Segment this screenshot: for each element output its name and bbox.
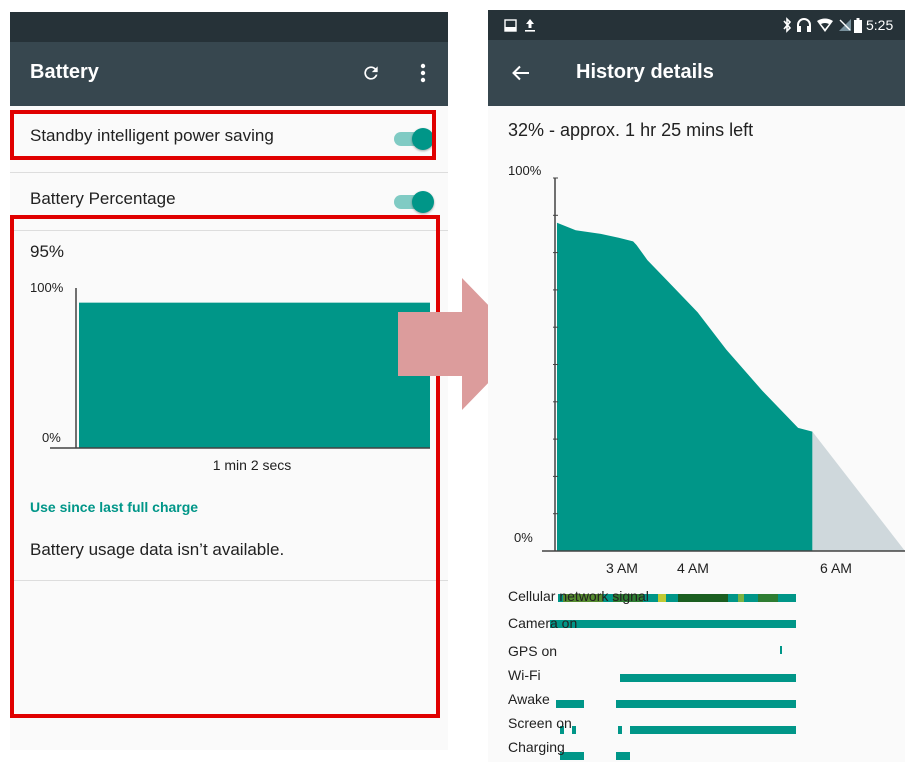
page-title: History details bbox=[576, 61, 714, 83]
timeline-bar bbox=[618, 726, 622, 734]
wifi-icon bbox=[816, 17, 834, 33]
timeline-bar bbox=[572, 726, 576, 734]
x-tick-label: 6 AM bbox=[820, 560, 852, 576]
x-tick-label: 3 AM bbox=[606, 560, 638, 576]
timeline-bar bbox=[678, 594, 728, 602]
app-bar: Battery bbox=[10, 42, 448, 106]
timeline-bar bbox=[630, 726, 796, 734]
status-bar: 5:25 bbox=[488, 10, 905, 40]
battery-history-area bbox=[557, 222, 813, 552]
timeline-bar bbox=[616, 700, 796, 708]
more-options-button[interactable] bbox=[408, 58, 438, 88]
app-bar: History details bbox=[488, 40, 905, 106]
y-max-label: 100% bbox=[508, 163, 542, 178]
upload-icon bbox=[524, 17, 536, 33]
signal-row-label: Charging bbox=[508, 739, 565, 755]
signal-row-label: Awake bbox=[508, 691, 550, 707]
cellular-icon bbox=[838, 17, 852, 33]
image-icon bbox=[504, 17, 517, 33]
arrow-back-icon bbox=[512, 65, 529, 81]
signal-timeline: Cellular network signal Camera on GPS on… bbox=[508, 588, 796, 760]
timeline-bar bbox=[780, 646, 782, 654]
status-bar bbox=[10, 12, 448, 42]
highlight-box-battery-chart bbox=[10, 215, 440, 718]
toggle-thumb bbox=[412, 191, 434, 213]
battery-history-chart[interactable]: 100% 0% 3 AM 4 AM 6 AM bbox=[502, 158, 905, 588]
x-tick-label: 4 AM bbox=[677, 560, 709, 576]
signal-row-label: Screen on bbox=[508, 715, 572, 731]
page-title: Battery bbox=[30, 61, 99, 83]
refresh-icon bbox=[364, 66, 378, 80]
timeline-bar bbox=[658, 594, 666, 602]
battery-percentage-label: Battery Percentage bbox=[30, 189, 176, 208]
timeline-bar bbox=[616, 752, 630, 760]
history-details-screen: 5:25 History details 32% - approx. 1 hr … bbox=[488, 10, 905, 762]
battery-icon bbox=[854, 17, 862, 33]
signal-row-label: GPS on bbox=[508, 643, 557, 659]
signal-row-label: Camera on bbox=[508, 615, 577, 631]
timeline-bar bbox=[556, 700, 584, 708]
timeline-bar bbox=[738, 594, 744, 602]
clock-time: 5:25 bbox=[866, 17, 894, 33]
timeline-bar bbox=[620, 674, 796, 682]
timeline-bar bbox=[550, 620, 796, 628]
timeline-bar bbox=[758, 594, 778, 602]
refresh-button[interactable] bbox=[356, 58, 386, 88]
back-button[interactable] bbox=[508, 60, 534, 86]
divider bbox=[10, 172, 448, 173]
highlight-box-power-saving bbox=[10, 110, 436, 160]
battery-percentage-toggle[interactable] bbox=[390, 189, 434, 213]
battery-projection-area bbox=[812, 431, 905, 551]
bluetooth-icon bbox=[782, 17, 792, 33]
signal-row-label: Cellular network signal bbox=[508, 588, 649, 604]
signal-row-label: Wi-Fi bbox=[508, 667, 541, 683]
battery-summary: 32% - approx. 1 hr 25 mins left bbox=[508, 120, 754, 140]
headphones-icon bbox=[796, 17, 812, 33]
more-vert-icon bbox=[420, 63, 426, 83]
y-min-label: 0% bbox=[514, 530, 533, 545]
